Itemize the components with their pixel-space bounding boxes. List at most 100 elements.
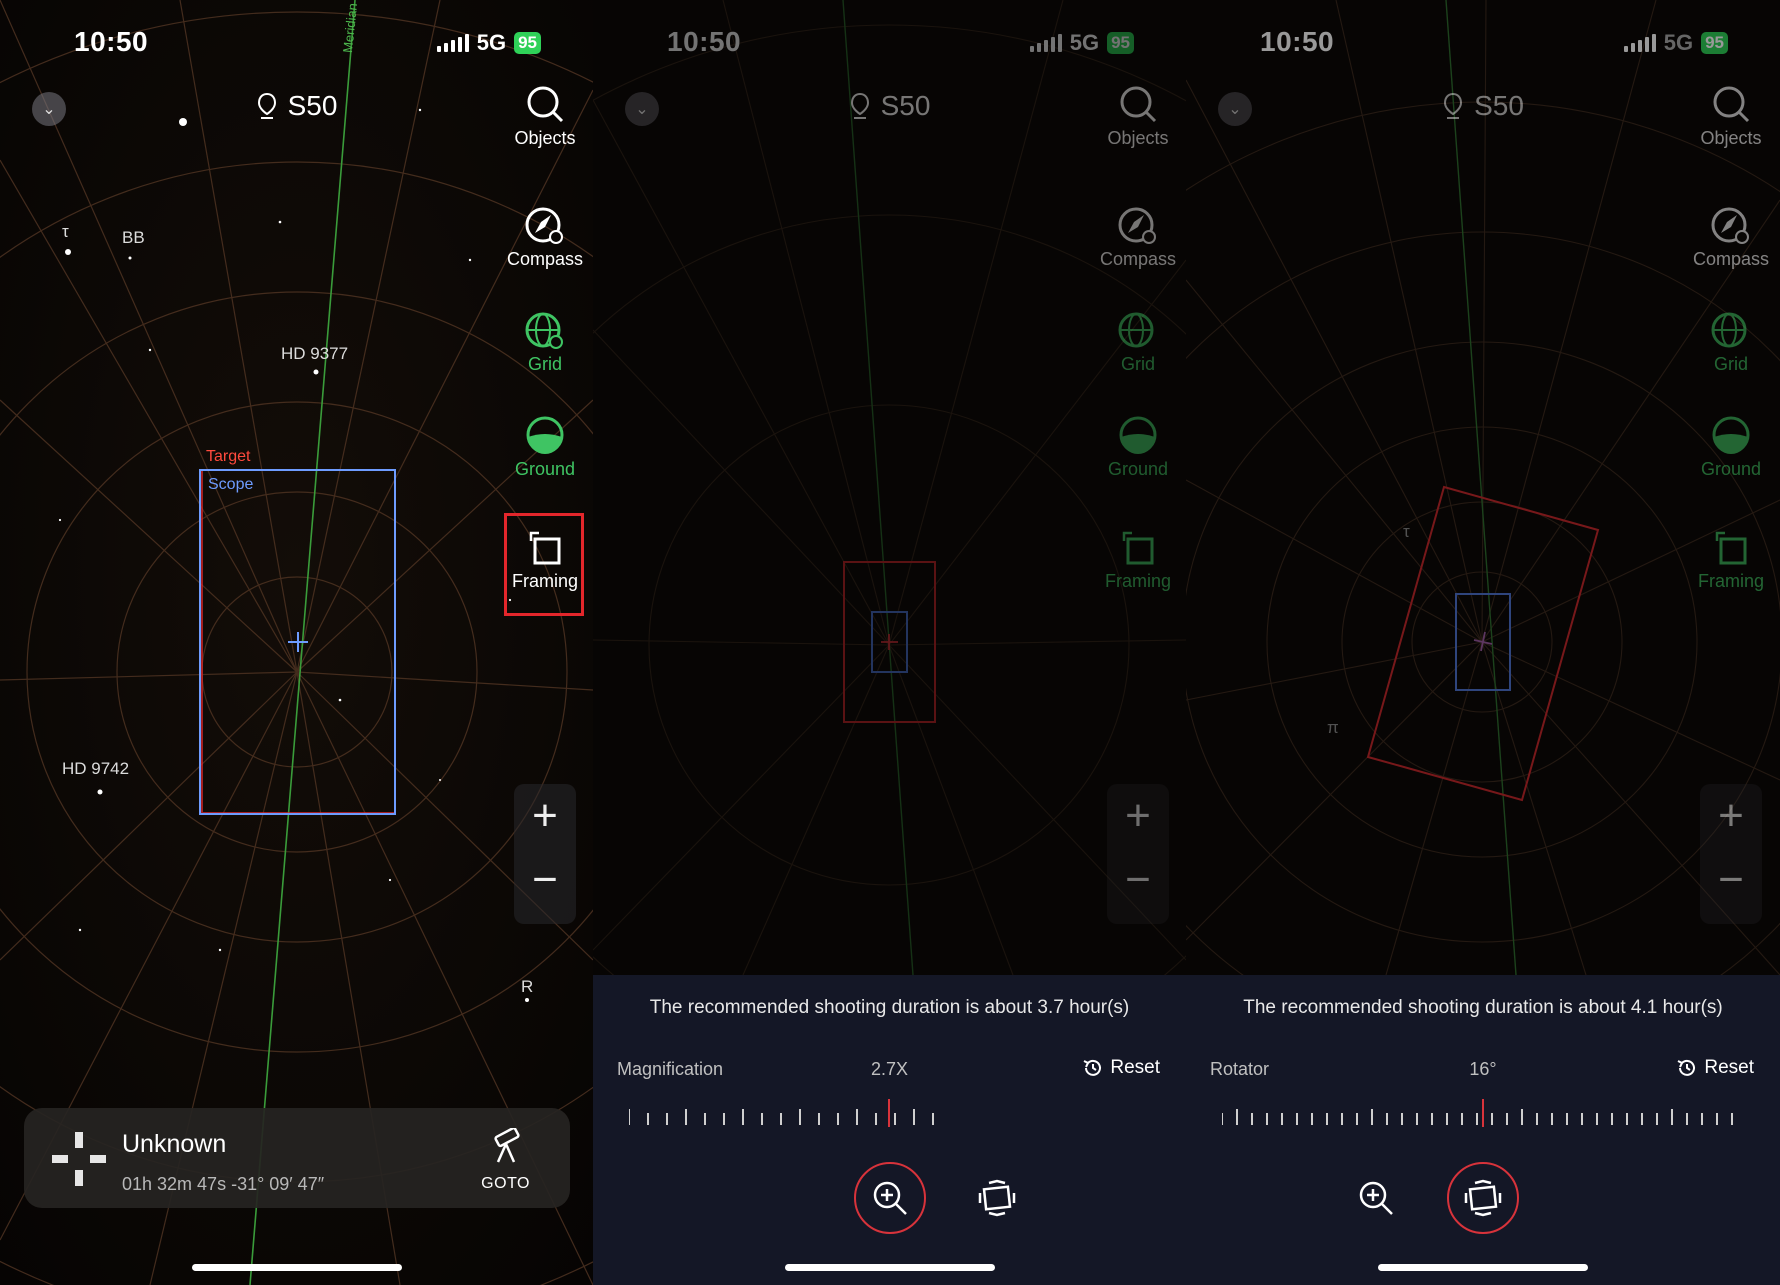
param-label: Rotator [1210,1059,1270,1079]
zoom-in-icon [873,1181,907,1215]
ground-label: Ground [514,459,576,479]
ground-horizon-icon [1119,416,1157,454]
zoom-in-button[interactable]: + [514,794,576,838]
reticle-icon [52,1132,106,1186]
param-label: Magnification [617,1059,724,1079]
target-label: Target [206,448,251,465]
reset-button[interactable]: Reset [1676,1057,1754,1079]
telescope-pin-icon [257,92,276,119]
ground-horizon-icon [1712,416,1750,454]
sky-view-panel-2: 10:50 5G 95 ⌄ S50 Objects Compass Grid G… [593,0,1186,1285]
objects-button[interactable]: Objects [1676,84,1780,149]
duration-recommendation: The recommended shooting duration is abo… [649,997,1130,1018]
star-label-hd9742: HD 9742 [62,759,130,778]
framing-sheet: The recommended shooting duration is abo… [1186,975,1780,1285]
framing-sheet: The recommended shooting duration is abo… [593,975,1186,1285]
globe-grid-icon [1118,312,1154,348]
status-indicators: 5G 95 [436,30,541,56]
grid-button[interactable]: Grid [1083,310,1186,375]
zoom-out-button[interactable]: − [1107,858,1169,902]
zoom-out-button[interactable]: − [514,858,576,902]
slider-ticks [1222,1109,1733,1125]
history-icon [1083,1059,1102,1076]
ground-button[interactable]: Ground [1676,415,1780,480]
globe-grid-icon [525,312,563,349]
star-label-hd9377: HD 9377 [281,344,349,363]
home-indicator [784,1264,995,1271]
search-icon [1120,86,1157,123]
reset-label: Reset [1110,1057,1160,1078]
reset-button[interactable]: Reset [1082,1057,1160,1079]
status-time: 10:50 [74,26,149,57]
device-name: S50 [1474,90,1524,121]
reset-label: Reset [1704,1057,1754,1078]
rotate-mode-button[interactable] [1447,1162,1519,1234]
battery-badge: 95 [514,32,541,54]
device-name: S50 [287,90,338,121]
framing-label: Framing [1697,571,1764,591]
compass-icon [1711,207,1749,244]
framing-button[interactable]: Framing [1676,527,1780,592]
ground-button[interactable]: Ground [1083,415,1186,480]
zoom-in-button[interactable]: + [1107,794,1169,838]
compass-button[interactable]: Compass [1083,205,1186,270]
device-name: S50 [880,90,931,121]
duration-recommendation: The recommended shooting duration is abo… [1243,997,1723,1018]
zoom-control: + − [1700,784,1762,924]
zoom-out-button[interactable]: − [1700,858,1762,902]
compass-button[interactable]: Compass [490,205,593,270]
star-label-tau: τ [62,222,69,241]
signal-icon [436,34,469,52]
sky-view-panel-3: τ π 10:50 5G 95 ⌄ S50 Objects Compass Gr… [1186,0,1780,1285]
framing-label: Framing [1104,571,1171,591]
framing-label: Framing [511,571,578,591]
magnification-slider[interactable] [629,1095,1150,1135]
telescope-icon [494,1128,520,1163]
grid-button[interactable]: Grid [490,310,593,375]
search-icon [527,86,564,123]
frame-rotate-icon [1122,531,1154,565]
ground-button[interactable]: Ground [490,415,593,480]
object-coordinates: 01h 32m 47s -31° 09′ 47″ [122,1174,325,1194]
grid-label: Grid [1120,354,1155,374]
scope-label: Scope [208,476,254,493]
compass-label: Compass [1099,249,1177,269]
sky-view-panel-1: Meridian τ BB HD 9377 HD 9742 R Target S… [0,0,593,1285]
objects-label: Objects [1107,128,1169,148]
compass-label: Compass [506,249,584,269]
rotator-slider[interactable] [1222,1095,1744,1135]
grid-button[interactable]: Grid [1676,310,1780,375]
zoom-mode-button[interactable] [854,1162,926,1234]
grid-label: Grid [1713,354,1748,374]
frame-rotate-icon [1715,531,1747,565]
zoom-mode-button[interactable] [1340,1162,1412,1234]
grid-label: Grid [527,354,562,374]
telescope-pin-icon [850,92,869,119]
ground-label: Ground [1107,459,1169,479]
zoom-control: + − [514,784,576,924]
compass-button[interactable]: Compass [1676,205,1780,270]
slider-ticks [629,1109,934,1125]
sky-map[interactable] [0,0,593,1285]
zoom-control: + − [1107,784,1169,924]
frame-rotate-icon [529,531,561,565]
framing-button[interactable]: Framing [1083,527,1186,592]
zoom-in-button[interactable]: + [1700,794,1762,838]
rotate-mode-button[interactable] [961,1162,1033,1234]
goto-button[interactable]: GOTO [481,1175,530,1193]
objects-button[interactable]: Objects [490,84,593,149]
objects-button[interactable]: Objects [1083,84,1186,149]
compass-label: Compass [1692,249,1770,269]
globe-grid-icon [1711,312,1747,348]
telescope-pin-icon [1444,92,1463,119]
rotate-frame-icon [978,1179,1016,1217]
star-label-bb: BB [122,228,145,247]
home-indicator [191,1264,402,1271]
zoom-in-icon [1359,1181,1393,1215]
history-icon [1677,1059,1696,1076]
ground-horizon-icon [526,416,564,454]
star-label-r: R [521,977,534,996]
search-icon [1713,86,1750,123]
framing-button[interactable]: Framing [490,527,593,592]
object-info-card[interactable]: Unknown 01h 32m 47s -31° 09′ 47″ GOTO [24,1108,570,1208]
